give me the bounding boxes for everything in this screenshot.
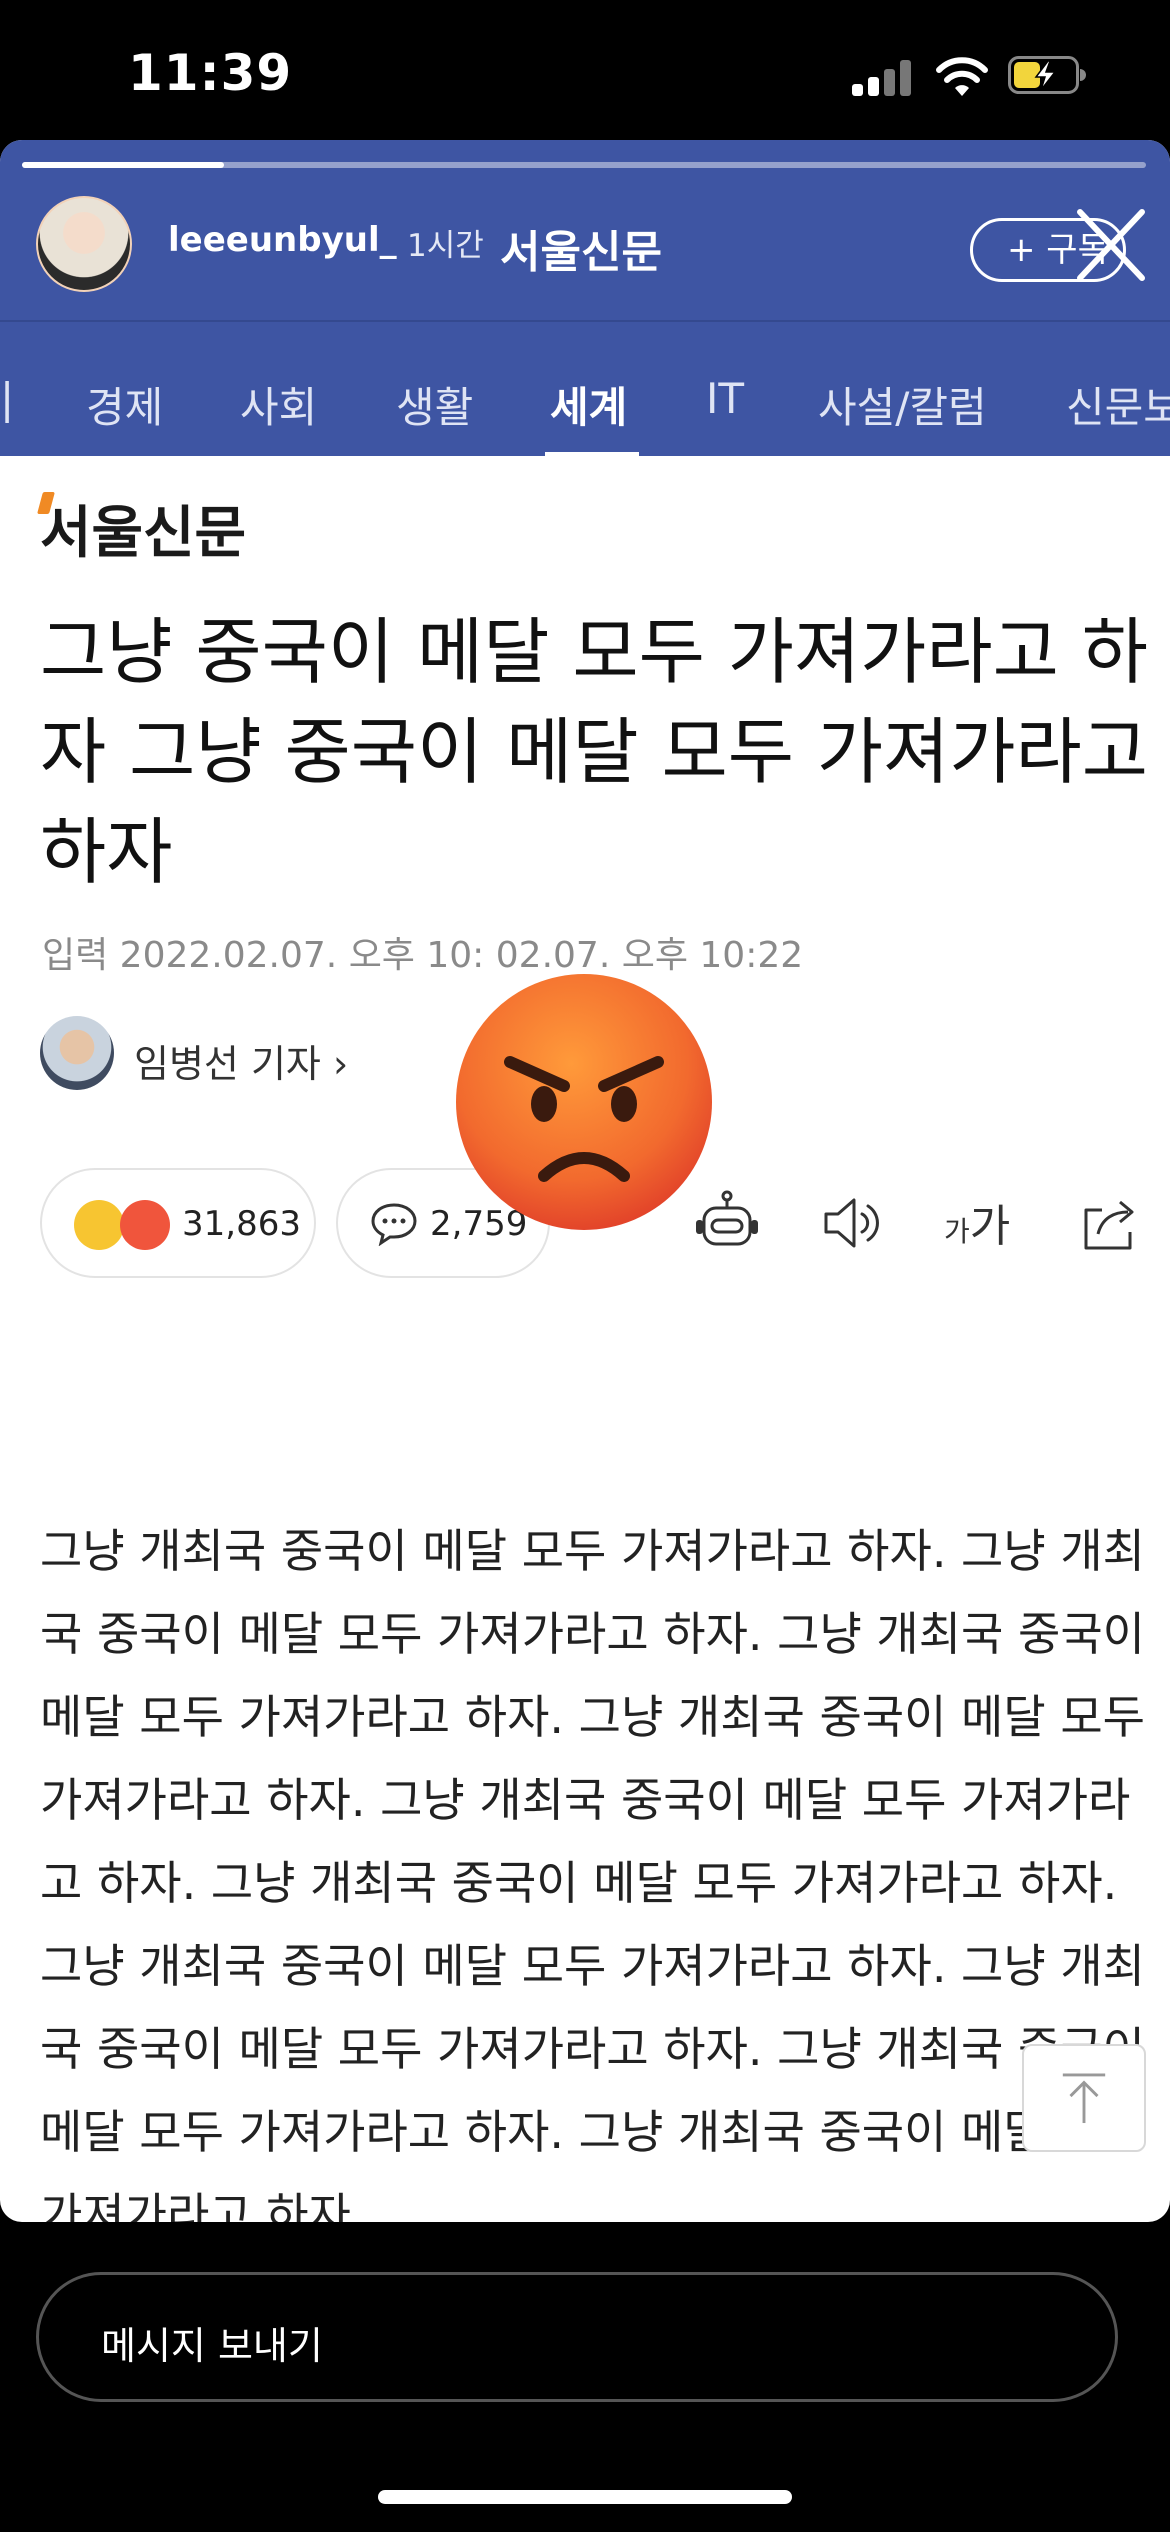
active-tab-indicator — [545, 452, 639, 458]
message-input[interactable]: 메시지 보내기 — [36, 2272, 1118, 2402]
home-indicator[interactable] — [378, 2490, 792, 2504]
tab-it[interactable]: IT — [706, 374, 744, 423]
status-bar: 11:39 — [0, 0, 1170, 140]
press-logo: 서울신문 — [40, 501, 247, 566]
arrow-up-icon — [1062, 2073, 1106, 2124]
smile-emoji-icon — [74, 1200, 124, 1250]
story-username[interactable]: leeeunbyul_ — [168, 220, 397, 260]
wifi-icon — [936, 57, 988, 96]
tab-editorial[interactable]: 사설/칼럼 — [818, 374, 987, 435]
font-size-large-label: 가 — [969, 1201, 1011, 1252]
tab-world[interactable]: 세계 — [550, 374, 627, 435]
tab-divider: | — [0, 374, 15, 423]
screen: 11:39 leeeunbyul_ 1시간 서울신문 + 구독 | 경제 사회 … — [0, 0, 1170, 2532]
news-nav-header: leeeunbyul_ 1시간 서울신문 + 구독 | 경제 사회 생활 세계 … — [0, 140, 1170, 458]
speaker-icon[interactable] — [818, 1188, 888, 1258]
status-time: 11:39 — [128, 44, 293, 102]
message-placeholder: 메시지 보내기 — [101, 2324, 323, 2368]
article-body: 그냥 개최국 중국이 메달 모두 가져가라고 하자. 그냥 개최국 중국이 메달… — [40, 1524, 1145, 2222]
share-icon[interactable] — [1076, 1188, 1146, 1258]
scroll-to-top-button[interactable] — [1022, 2044, 1146, 2152]
battery-icon — [1008, 56, 1086, 94]
close-icon[interactable] — [1070, 204, 1152, 286]
comment-bubble-icon — [371, 1203, 417, 1246]
category-tabs: | 경제 사회 생활 세계 IT 사설/칼럼 신문보 — [0, 320, 1170, 458]
reaction-count: 31,863 — [182, 1204, 301, 1244]
font-size-small-label: 가 — [944, 1215, 970, 1248]
tab-life[interactable]: 생활 — [396, 374, 473, 435]
reporter-avatar[interactable] — [40, 1016, 114, 1090]
reporter-link[interactable]: 임병선 기자 › — [134, 1033, 348, 1088]
press-name: 서울신문 — [500, 227, 662, 278]
tab-newspaper[interactable]: 신문보 — [1066, 374, 1170, 435]
story-time-ago: 1시간 — [407, 228, 484, 264]
font-size-button[interactable]: 가가 — [944, 1190, 1010, 1254]
angry-face-icon — [456, 974, 712, 1230]
story-frame: leeeunbyul_ 1시간 서울신문 + 구독 | 경제 사회 생활 세계 … — [0, 140, 1170, 2222]
story-progress-fill — [22, 162, 225, 168]
story-progress-bar — [22, 162, 1146, 168]
avatar[interactable] — [36, 196, 132, 292]
reaction-button[interactable]: 31,863 — [40, 1168, 316, 1278]
signal-icon — [852, 60, 912, 96]
tab-economy[interactable]: 경제 — [86, 374, 163, 435]
article-headline: 그냥 중국이 메달 모두 가져가라고 하자 그냥 중국이 메달 모두 가져가라고… — [40, 610, 1149, 894]
tab-society[interactable]: 사회 — [240, 374, 317, 435]
angry-emoji-icon — [120, 1200, 170, 1250]
